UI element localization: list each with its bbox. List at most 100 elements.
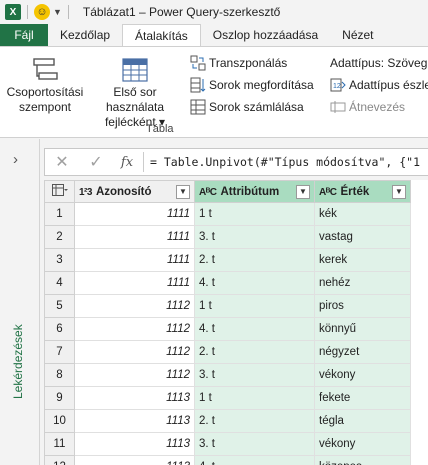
cell-azonosito[interactable]: 1112 xyxy=(74,363,195,387)
tab-home[interactable]: Kezdőlap xyxy=(48,24,122,46)
cell-ertek[interactable]: vékony xyxy=(314,363,411,387)
cell-ertek[interactable]: vastag xyxy=(314,225,411,249)
cell-attributum[interactable]: 4. t xyxy=(194,271,315,295)
table-row[interactable]: 2 1111 3. t vastag xyxy=(44,225,411,249)
cell-azonosito[interactable]: 1111 xyxy=(74,225,195,249)
count-rows-button[interactable]: Sorok számlálása xyxy=(190,97,304,116)
column-header-attributum[interactable]: AᴮC Attribútum ▼ xyxy=(194,180,315,203)
row-number[interactable]: 4 xyxy=(44,271,75,295)
cell-attributum[interactable]: 4. t xyxy=(194,455,315,465)
row-number[interactable]: 12 xyxy=(44,455,75,465)
cell-attributum[interactable]: 1 t xyxy=(194,386,315,410)
commit-formula-icon[interactable]: ✓ xyxy=(79,152,113,172)
row-number[interactable]: 6 xyxy=(44,317,75,341)
table-row[interactable]: 4 1111 4. t nehéz xyxy=(44,271,411,295)
cell-attributum[interactable]: 4. t xyxy=(194,317,315,341)
table-row[interactable]: 6 1112 4. t könnyű xyxy=(44,317,411,341)
table-row[interactable]: 5 1112 1 t piros xyxy=(44,294,411,318)
row-number[interactable]: 5 xyxy=(44,294,75,318)
cell-azonosito[interactable]: 1113 xyxy=(74,432,195,456)
cell-ertek[interactable]: kék xyxy=(314,202,411,226)
data-grid: 1²3 Azonosító ▼ AᴮC Attribútum ▼ AᴮC Érték xyxy=(44,180,428,465)
cell-attributum[interactable]: 2. t xyxy=(194,340,315,364)
row-number[interactable]: 11 xyxy=(44,432,75,456)
cell-ertek[interactable]: piros xyxy=(314,294,411,318)
queries-pane-label[interactable]: Lekérdezések xyxy=(11,324,25,399)
cell-attributum[interactable]: 2. t xyxy=(194,409,315,433)
row-number[interactable]: 1 xyxy=(44,202,75,226)
cell-ertek[interactable]: tégla xyxy=(314,409,411,433)
cell-azonosito[interactable]: 1112 xyxy=(74,340,195,364)
rename-button[interactable]: Átnevezés xyxy=(330,97,405,116)
row-number[interactable]: 8 xyxy=(44,363,75,387)
row-number[interactable]: 7 xyxy=(44,340,75,364)
text-type-icon[interactable]: AᴮC xyxy=(199,187,217,198)
cell-attributum[interactable]: 3. t xyxy=(194,363,315,387)
table-row[interactable]: 1 1111 1 t kék xyxy=(44,202,411,226)
ribbon: Csoportosítási szempont Első sor használ… xyxy=(0,46,428,138)
data-type-dropdown[interactable]: Adattípus: Szöveg ▾ xyxy=(330,53,428,72)
table-menu-button[interactable] xyxy=(44,180,75,203)
table-row[interactable]: 10 1113 2. t tégla xyxy=(44,409,411,433)
cell-azonosito[interactable]: 1111 xyxy=(74,202,195,226)
reverse-rows-icon xyxy=(190,77,206,93)
cancel-formula-icon[interactable]: ✕ xyxy=(45,152,79,172)
ribbon-group-label: Tábla xyxy=(146,123,174,135)
column-name-ertek: Érték xyxy=(340,185,370,198)
row-number[interactable]: 9 xyxy=(44,386,75,410)
cell-ertek[interactable]: közepes xyxy=(314,455,411,465)
cell-attributum[interactable]: 3. t xyxy=(194,432,315,456)
table-row[interactable]: 1211134. tközepes xyxy=(44,455,411,465)
detect-data-type-button[interactable]: 12 Adattípus észlel xyxy=(330,75,428,94)
text-type-icon[interactable]: AᴮC xyxy=(319,187,337,198)
cell-azonosito[interactable]: 1111 xyxy=(74,271,195,295)
feedback-smiley-icon[interactable]: ☺ xyxy=(34,4,50,20)
fx-icon[interactable]: fx xyxy=(113,155,141,170)
table-row[interactable]: 9 1113 1 t fekete xyxy=(44,386,411,410)
column-header-ertek[interactable]: AᴮC Érték ▼ xyxy=(314,180,411,203)
table-row[interactable]: 8 1112 3. t vékony xyxy=(44,363,411,387)
quick-access-dropdown-icon[interactable]: ▼ xyxy=(53,7,62,17)
tab-add-column[interactable]: Oszlop hozzáadása xyxy=(201,24,330,46)
transpose-button[interactable]: Transzponálás xyxy=(190,53,287,72)
rename-icon xyxy=(330,99,346,115)
row-number[interactable]: 10 xyxy=(44,409,75,433)
row-number[interactable]: 2 xyxy=(44,225,75,249)
cell-attributum[interactable]: 3. t xyxy=(194,225,315,249)
header-row: 1²3 Azonosító ▼ AᴮC Attribútum ▼ AᴮC Érték xyxy=(44,180,411,203)
expand-queries-chevron-icon[interactable]: › xyxy=(13,151,18,168)
cell-ertek[interactable]: vékony xyxy=(314,432,411,456)
tab-file[interactable]: Fájl xyxy=(0,24,48,46)
table-row[interactable]: 11 1113 3. t vékony xyxy=(44,432,411,456)
reverse-rows-button[interactable]: Sorok megfordítása xyxy=(190,75,314,94)
filter-dropdown-icon[interactable]: ▼ xyxy=(176,184,190,199)
use-first-row-as-headers-button[interactable]: Első sor használata fejlécként ▾ xyxy=(86,55,184,130)
cell-ertek[interactable]: fekete xyxy=(314,386,411,410)
cell-attributum[interactable]: 1 t xyxy=(194,202,315,226)
cell-ertek[interactable]: kerek xyxy=(314,248,411,272)
filter-dropdown-icon[interactable]: ▼ xyxy=(296,184,310,199)
cell-ertek[interactable]: négyzet xyxy=(314,340,411,364)
cell-azonosito[interactable]: 1113 xyxy=(74,455,195,465)
cell-azonosito[interactable]: 1113 xyxy=(74,409,195,433)
cell-azonosito[interactable]: 1112 xyxy=(74,317,195,341)
cell-azonosito[interactable]: 1113 xyxy=(74,386,195,410)
cell-attributum[interactable]: 2. t xyxy=(194,248,315,272)
cell-ertek[interactable]: nehéz xyxy=(314,271,411,295)
reverse-rows-label: Sorok megfordítása xyxy=(209,77,314,92)
tab-view[interactable]: Nézet xyxy=(330,24,385,46)
detect-type-icon: 12 xyxy=(330,77,346,93)
column-header-azonosito[interactable]: 1²3 Azonosító ▼ xyxy=(74,180,195,203)
formula-input[interactable]: = Table.Unpivot(#"Típus módosítva", {"1 xyxy=(150,155,428,169)
cell-azonosito[interactable]: 1111 xyxy=(74,248,195,272)
group-by-button[interactable]: Csoportosítási szempont xyxy=(6,55,84,115)
filter-dropdown-icon[interactable]: ▼ xyxy=(392,184,406,199)
table-row[interactable]: 7 1112 2. t négyzet xyxy=(44,340,411,364)
tab-transform[interactable]: Átalakítás xyxy=(122,24,201,46)
cell-attributum[interactable]: 1 t xyxy=(194,294,315,318)
table-row[interactable]: 3 1111 2. t kerek xyxy=(44,248,411,272)
cell-azonosito[interactable]: 1112 xyxy=(74,294,195,318)
whole-number-type-icon[interactable]: 1²3 xyxy=(79,187,92,198)
row-number[interactable]: 3 xyxy=(44,248,75,272)
cell-ertek[interactable]: könnyű xyxy=(314,317,411,341)
